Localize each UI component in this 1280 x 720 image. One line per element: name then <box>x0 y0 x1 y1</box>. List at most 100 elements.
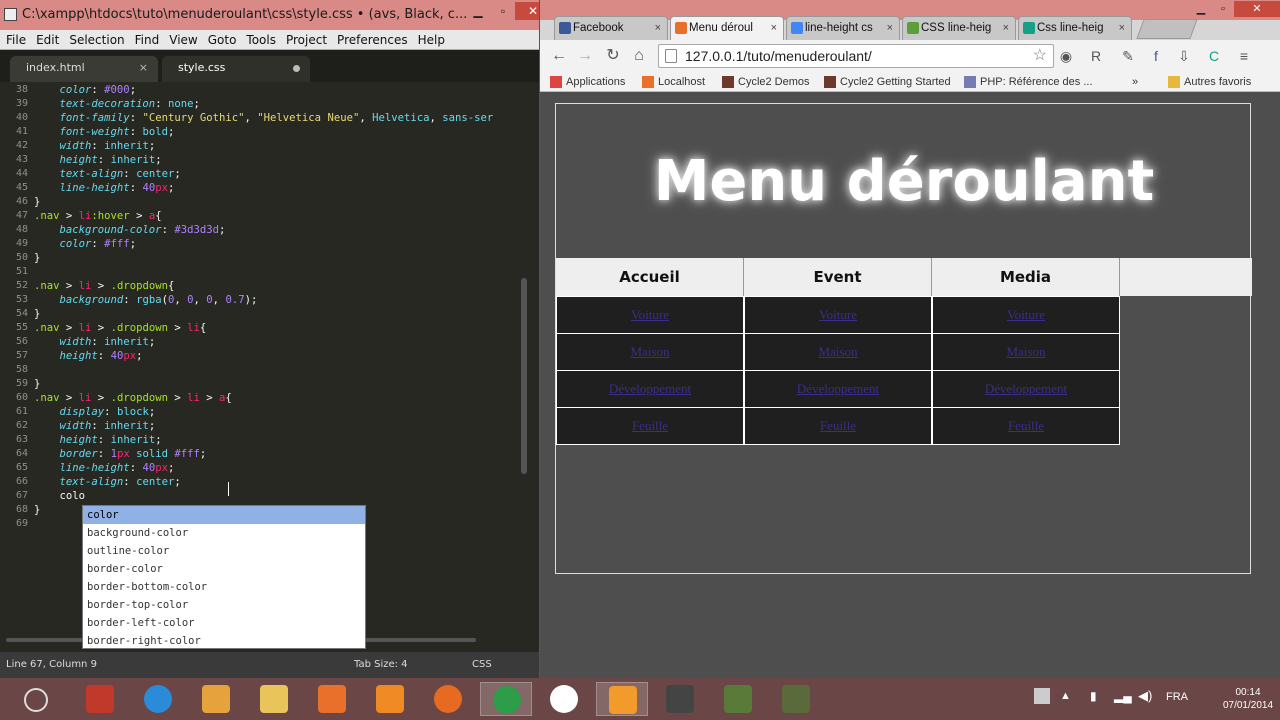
bookmark-localhost[interactable]: Localhost <box>642 74 705 90</box>
clock[interactable]: 00:14 07/01/2014 <box>1220 686 1276 712</box>
dropdown-link-maison[interactable]: Maison <box>932 333 1120 371</box>
bookmark-applications[interactable]: Applications <box>550 74 625 90</box>
signal-icon[interactable]: ▂▄ <box>1114 689 1132 703</box>
dropdown-link-feuille[interactable]: Feuille <box>744 407 932 445</box>
tab-close-icon[interactable]: × <box>771 17 777 39</box>
bookmark-star-icon[interactable]: ☆ <box>1033 45 1047 67</box>
download-icon[interactable]: ⇩ <box>1174 46 1194 66</box>
extension-r-icon[interactable]: R <box>1086 46 1106 66</box>
tab-close-icon[interactable]: × <box>139 56 148 80</box>
autocomplete-item[interactable]: border-color <box>83 560 365 578</box>
autocomplete-item[interactable]: border-bottom-color <box>83 578 365 596</box>
nav-item-media[interactable]: Media <box>932 258 1120 296</box>
sublime-titlebar[interactable]: C:\xampp\htdocs\tuto\menuderoulant\css\s… <box>0 0 539 30</box>
taskbar-vlc[interactable] <box>364 682 416 716</box>
home-icon[interactable]: ⌂ <box>628 45 650 67</box>
taskbar-xampp[interactable] <box>306 682 358 716</box>
start-button[interactable] <box>18 686 52 714</box>
autocomplete-item[interactable]: border-top-color <box>83 596 365 614</box>
autocomplete-item[interactable]: border-left-color <box>83 614 365 632</box>
taskbar-chrome[interactable] <box>480 682 532 716</box>
browser-tab-css-line-height[interactable]: CSS line-heig × <box>902 16 1016 40</box>
network-icon[interactable]: ▮ <box>1090 689 1097 703</box>
bookmark-cycle2-getting-started[interactable]: Cycle2 Getting Started <box>824 74 951 90</box>
bookmark-other-favorites[interactable]: Autres favoris <box>1168 74 1251 90</box>
autocomplete-item[interactable]: background-color <box>83 524 365 542</box>
taskbar-hp[interactable] <box>538 682 590 716</box>
nav-item-accueil[interactable]: Accueil <box>556 258 744 296</box>
unsaved-dot-icon[interactable] <box>293 65 300 72</box>
input-language[interactable]: FRA <box>1166 691 1188 703</box>
menu-goto[interactable]: Goto <box>202 30 241 50</box>
browser-tab-facebook[interactable]: Facebook × <box>554 16 668 40</box>
bookmark-php-reference[interactable]: PHP: Référence des ... <box>964 74 1093 90</box>
dropdown-link-feuille[interactable]: Feuille <box>932 407 1120 445</box>
menu-selection[interactable]: Selection <box>63 30 128 50</box>
taskbar-sublime-text[interactable] <box>596 682 648 716</box>
dropdown-link-developpement[interactable]: Développement <box>556 370 744 408</box>
minimize-button[interactable]: ▁ <box>465 2 491 20</box>
tab-close-icon[interactable]: × <box>887 17 893 39</box>
taskbar-firefox[interactable] <box>422 682 474 716</box>
menu-help[interactable]: Help <box>412 30 449 50</box>
chrome-menu-icon[interactable]: ≡ <box>1234 46 1254 66</box>
tab-close-icon[interactable]: × <box>1119 17 1125 39</box>
dropdown-link-developpement[interactable]: Développement <box>744 370 932 408</box>
close-button[interactable]: ✕ <box>1234 1 1280 17</box>
browser-tab-line-height-google[interactable]: line-height cs × <box>786 16 900 40</box>
extension-c-icon[interactable]: C <box>1204 46 1224 66</box>
close-button[interactable]: ✕ <box>515 2 539 20</box>
menu-file[interactable]: File <box>0 30 30 50</box>
maximize-button[interactable]: ▫ <box>491 2 515 20</box>
autocomplete-item-selected[interactable]: color <box>83 506 365 524</box>
notification-flag-icon[interactable] <box>1034 688 1050 704</box>
dropdown-link-voiture[interactable]: Voiture <box>744 296 932 334</box>
tab-close-icon[interactable]: × <box>655 17 661 39</box>
dropdown-link-maison[interactable]: Maison <box>744 333 932 371</box>
back-arrow-icon[interactable]: ← <box>548 45 570 67</box>
taskbar-app-9[interactable] <box>770 682 822 716</box>
menu-tools[interactable]: Tools <box>240 30 280 50</box>
menu-edit[interactable]: Edit <box>30 30 63 50</box>
menu-project[interactable]: Project <box>280 30 331 50</box>
menu-preferences[interactable]: Preferences <box>331 30 412 50</box>
tab-close-icon[interactable]: × <box>1003 17 1009 39</box>
taskbar-app-8[interactable] <box>712 682 764 716</box>
facebook-extension-icon[interactable]: f <box>1146 46 1166 66</box>
dropdown-link-developpement[interactable]: Développement <box>932 370 1120 408</box>
autocomplete-item[interactable]: outline-color <box>83 542 365 560</box>
nav-item-event[interactable]: Event <box>744 258 932 296</box>
taskbar-file-explorer[interactable] <box>248 682 300 716</box>
tab-style-css[interactable]: style.css <box>162 56 310 82</box>
extension-icon[interactable]: ◉ <box>1056 46 1076 66</box>
syntax-selector[interactable]: CSS <box>472 652 492 678</box>
tab-index-html[interactable]: index.html × <box>10 56 158 82</box>
tab-size-selector[interactable]: Tab Size: 4 <box>354 652 408 678</box>
menu-find[interactable]: Find <box>129 30 164 50</box>
menu-view[interactable]: View <box>163 30 201 50</box>
show-hidden-icons-icon[interactable]: ▲ <box>1060 690 1071 702</box>
autocomplete-item[interactable]: border-right-color <box>83 632 365 650</box>
taskbar-internet-explorer[interactable] <box>132 682 184 716</box>
dropdown-link-voiture[interactable]: Voiture <box>556 296 744 334</box>
dropdown-link-feuille[interactable]: Feuille <box>556 407 744 445</box>
browser-tab-css-line-height-2[interactable]: Css line-heig × <box>1018 16 1132 40</box>
taskbar-app-7[interactable] <box>654 682 706 716</box>
bookmark-cycle2-demos[interactable]: Cycle2 Demos <box>722 74 810 90</box>
sublime-text-icon <box>609 686 637 714</box>
dropdown-link-voiture[interactable]: Voiture <box>932 296 1120 334</box>
maximize-button[interactable]: ▫ <box>1212 1 1234 17</box>
vertical-scrollbar[interactable] <box>521 278 527 474</box>
taskbar-app-launcher[interactable] <box>74 682 126 716</box>
volume-icon[interactable]: ◀) <box>1138 688 1152 704</box>
browser-tab-menu-deroulant[interactable]: Menu déroul × <box>670 16 784 40</box>
reload-icon[interactable]: ↻ <box>602 45 624 67</box>
color-picker-icon[interactable]: ✎ <box>1118 46 1138 66</box>
dropdown-link-maison[interactable]: Maison <box>556 333 744 371</box>
minimize-button[interactable]: ▁ <box>1190 1 1212 17</box>
bookmarks-overflow-button[interactable]: » <box>1132 74 1138 90</box>
new-tab-button[interactable] <box>1136 19 1198 39</box>
address-bar[interactable]: 127.0.0.1/tuto/menuderoulant/ ☆ <box>658 44 1054 68</box>
taskbar-media-player[interactable] <box>190 682 242 716</box>
forward-arrow-icon[interactable]: → <box>574 45 596 67</box>
